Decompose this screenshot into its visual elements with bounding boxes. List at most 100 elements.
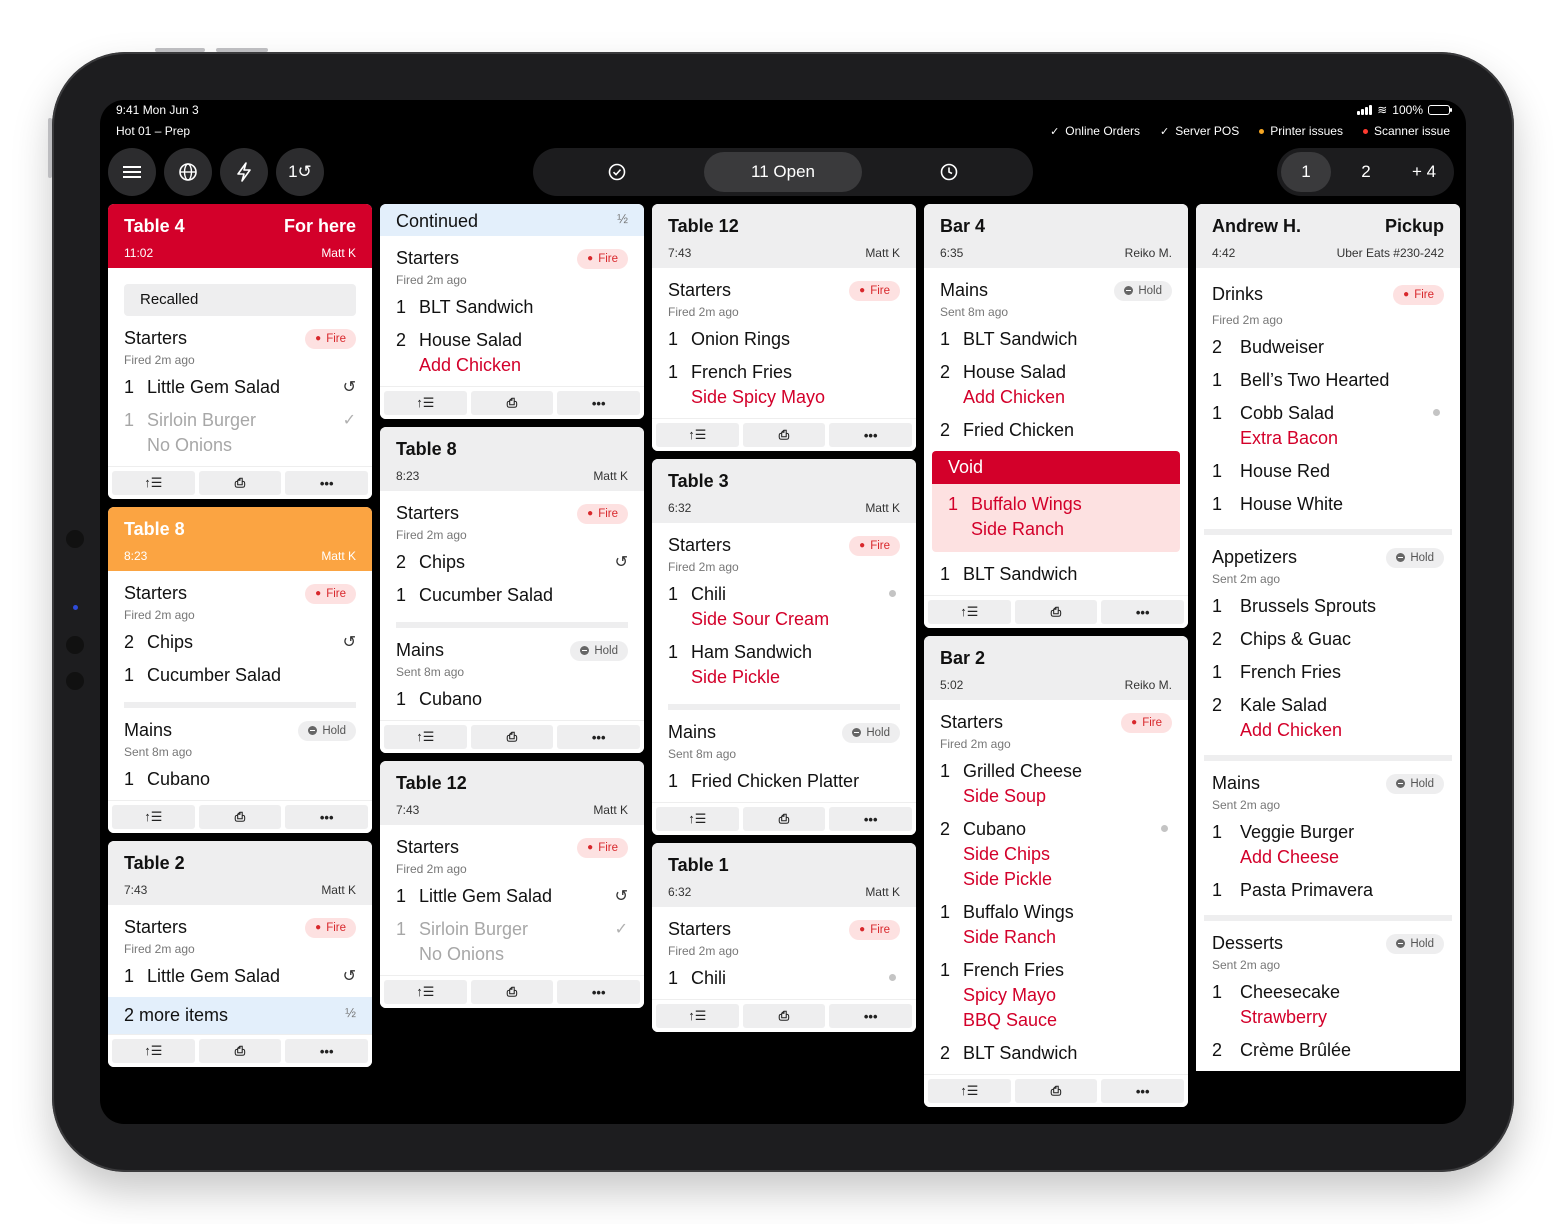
- list-item[interactable]: 2 Chips ↺: [124, 626, 356, 659]
- list-item[interactable]: 2 BLT Sandwich: [940, 1037, 1172, 1070]
- menu-button[interactable]: [108, 148, 156, 196]
- list-item[interactable]: 1 Sirloin Burger No Onions ✓: [396, 913, 628, 971]
- more-button[interactable]: •••: [557, 725, 641, 749]
- list-item[interactable]: 1 Cubano: [124, 763, 356, 796]
- list-item[interactable]: 1 French Fries: [1212, 656, 1444, 689]
- hold-badge[interactable]: Hold: [570, 640, 628, 661]
- list-item[interactable]: 2 Kale Salad Add Chicken: [1212, 689, 1444, 747]
- hold-badge[interactable]: Hold: [298, 720, 356, 741]
- list-item[interactable]: 1 Chili: [668, 962, 900, 995]
- list-item[interactable]: 1 Ham Sandwich Side Pickle: [668, 636, 900, 694]
- fire-badge[interactable]: ● Fire: [577, 503, 628, 524]
- list-item[interactable]: 1 Brussels Sprouts: [1212, 590, 1444, 623]
- language-button[interactable]: [164, 148, 212, 196]
- ticket-bar-4[interactable]: Bar 4 6:35 Reiko M. Mains Hold Sent 8m ago…: [924, 204, 1188, 628]
- ticket-table-12[interactable]: Table 12 7:43 Matt K Starters ● Fire Fired …: [380, 761, 644, 1008]
- ticket-table-8[interactable]: Table 8 8:23 Matt K Starters ● Fire Fired 2…: [380, 427, 644, 753]
- list-item[interactable]: 2 Crème Brûlée: [1212, 1034, 1444, 1067]
- more-button[interactable]: •••: [285, 471, 369, 495]
- completed-tab[interactable]: [537, 152, 697, 192]
- list-item[interactable]: 1 BLT Sandwich: [940, 558, 1172, 591]
- more-items-banner[interactable]: 2 more items ½: [108, 997, 372, 1034]
- print-button[interactable]: ⎙: [470, 980, 554, 1004]
- list-item[interactable]: 1 Cheesecake Strawberry: [1212, 976, 1444, 1034]
- list-item[interactable]: 2 Chips ↺: [396, 546, 628, 579]
- list-item[interactable]: 1 Little Gem Salad ↺: [124, 371, 356, 404]
- source-server-pos[interactable]: ✓ Server POS: [1160, 124, 1239, 138]
- ticket-table-1[interactable]: Table 1 6:32 Matt K Starters ● Fire Fired 2…: [652, 843, 916, 1032]
- hold-badge[interactable]: Hold: [1386, 933, 1444, 954]
- list-item[interactable]: 2 Fried Chicken: [940, 414, 1172, 447]
- more-button[interactable]: •••: [829, 423, 913, 447]
- ticket-table-2[interactable]: Table 2 7:43 Matt K Starters ● Fire Fired 2…: [108, 841, 372, 1067]
- fire-badge[interactable]: ● Fire: [849, 535, 900, 556]
- list-item[interactable]: 1 BLT Sandwich: [940, 323, 1172, 356]
- source-online-orders[interactable]: ✓ Online Orders: [1050, 124, 1140, 138]
- print-button[interactable]: ⎙: [198, 1039, 282, 1063]
- source-printer[interactable]: Printer issues: [1259, 124, 1343, 138]
- list-item[interactable]: 1 French Fries Spicy Mayo BBQ Sauce: [940, 954, 1172, 1037]
- ticket-table-3[interactable]: Table 3 6:32 Matt K Starters ● Fire Fired 2…: [652, 459, 916, 835]
- print-button[interactable]: ⎙: [742, 1004, 826, 1028]
- ticket-andrew-h[interactable]: Andrew H. Pickup 4:42 Uber Eats #230-242 D…: [1196, 204, 1460, 1071]
- fire-badge[interactable]: ● Fire: [1393, 284, 1444, 305]
- list-item[interactable]: 2 House Salad Add Chicken: [396, 324, 628, 382]
- more-button[interactable]: •••: [285, 1039, 369, 1063]
- scheduled-tab[interactable]: [869, 152, 1029, 192]
- page-2-button[interactable]: 2: [1341, 152, 1391, 192]
- more-pages-button[interactable]: + 4: [1399, 152, 1449, 192]
- bump-button[interactable]: ↑☰: [112, 1039, 195, 1063]
- bump-button[interactable]: ↑☰: [928, 600, 1011, 624]
- list-item[interactable]: 1 Veggie Burger Add Cheese: [1212, 816, 1444, 874]
- print-button[interactable]: ⎙: [198, 805, 282, 829]
- print-button[interactable]: ⎙: [1014, 1079, 1098, 1103]
- list-item[interactable]: 1 Fried Chicken Platter: [668, 765, 900, 798]
- more-button[interactable]: •••: [557, 980, 641, 1004]
- bump-button[interactable]: ↑☰: [656, 423, 739, 447]
- list-item[interactable]: 1 Onion Rings: [668, 323, 900, 356]
- fire-badge[interactable]: ● Fire: [849, 919, 900, 940]
- list-item[interactable]: 1 Buffalo Wings Side Ranch: [940, 896, 1172, 954]
- list-item[interactable]: 1 Bell’s Two Hearted: [1212, 364, 1444, 397]
- print-button[interactable]: ⎙: [1014, 600, 1098, 624]
- ticket-continued[interactable]: Continued ½ Starters ● Fire Fired 2m ago 1B…: [380, 204, 644, 419]
- list-item[interactable]: 1 Sirloin Burger No Onions ✓: [124, 404, 356, 462]
- hold-badge[interactable]: Hold: [842, 722, 900, 743]
- more-button[interactable]: •••: [285, 805, 369, 829]
- fire-badge[interactable]: ● Fire: [1121, 712, 1172, 733]
- print-button[interactable]: ⎙: [742, 423, 826, 447]
- page-1-button[interactable]: 1: [1281, 152, 1331, 192]
- list-item[interactable]: 2 House Salad Add Chicken: [940, 356, 1172, 414]
- more-button[interactable]: •••: [1101, 1079, 1185, 1103]
- hold-badge[interactable]: Hold: [1386, 547, 1444, 568]
- fire-badge[interactable]: ● Fire: [305, 917, 356, 938]
- more-button[interactable]: •••: [1101, 600, 1185, 624]
- list-item[interactable]: 1 Chili Side Sour Cream: [668, 578, 900, 636]
- list-item[interactable]: 1 French Fries Side Spicy Mayo: [668, 356, 900, 414]
- list-item[interactable]: 1 House Red: [1212, 455, 1444, 488]
- more-button[interactable]: •••: [829, 807, 913, 831]
- bump-button[interactable]: ↑☰: [384, 980, 467, 1004]
- more-button[interactable]: •••: [557, 391, 641, 415]
- bump-button[interactable]: ↑☰: [656, 807, 739, 831]
- list-item[interactable]: 2 Cubano Side Chips Side Pickle: [940, 813, 1172, 896]
- hold-badge[interactable]: Hold: [1114, 280, 1172, 301]
- list-item[interactable]: 2 Chips & Guac: [1212, 623, 1444, 656]
- ticket-table-4[interactable]: Table 4 For here 11:02 Matt K Recalled Sta…: [108, 204, 372, 499]
- fire-badge[interactable]: ● Fire: [577, 248, 628, 269]
- print-button[interactable]: ⎙: [470, 725, 554, 749]
- bump-button[interactable]: ↑☰: [384, 725, 467, 749]
- voided-item[interactable]: 1 Buffalo Wings Side Ranch: [948, 488, 1164, 546]
- fire-badge[interactable]: ● Fire: [577, 837, 628, 858]
- hold-badge[interactable]: Hold: [1386, 773, 1444, 794]
- ticket-table-12[interactable]: Table 12 7:43 Matt K Starters ● Fire Fired …: [652, 204, 916, 451]
- bump-button[interactable]: ↑☰: [656, 1004, 739, 1028]
- list-item[interactable]: 1 Pasta Primavera: [1212, 874, 1444, 907]
- list-item[interactable]: 1 House White: [1212, 488, 1444, 521]
- list-item[interactable]: 1 Cucumber Salad: [124, 659, 356, 692]
- print-button[interactable]: ⎙: [742, 807, 826, 831]
- bump-button[interactable]: ↑☰: [928, 1079, 1011, 1103]
- fire-badge[interactable]: ● Fire: [305, 583, 356, 604]
- source-scanner[interactable]: Scanner issue: [1362, 124, 1450, 138]
- list-item[interactable]: 1 Cobb Salad Extra Bacon: [1212, 397, 1444, 455]
